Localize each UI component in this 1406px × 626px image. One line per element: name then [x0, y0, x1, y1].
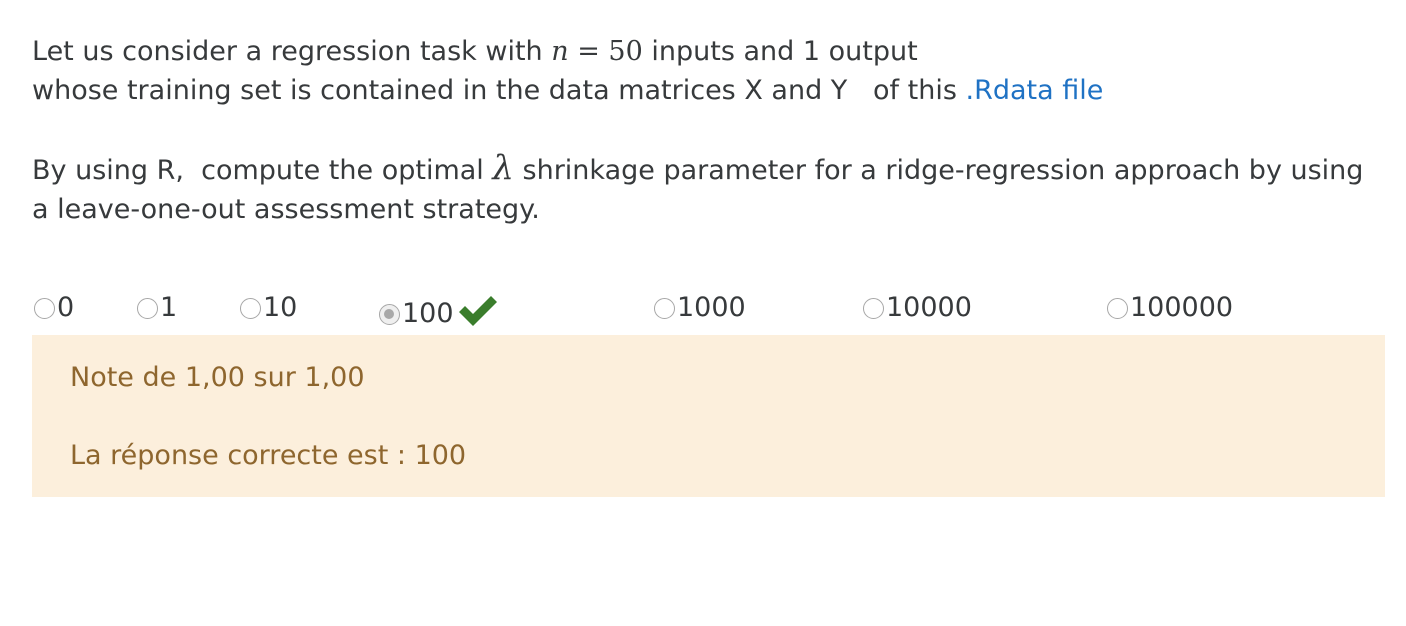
math-n-variable: n — [551, 36, 569, 67]
math-n-value: 50 — [608, 36, 643, 67]
answer-option-10000[interactable]: 10000 — [863, 290, 972, 326]
radio-button[interactable] — [240, 297, 261, 319]
radio-button[interactable] — [137, 297, 158, 319]
answer-label: 0 — [57, 292, 75, 323]
answer-option-1000[interactable]: 1000 — [654, 290, 746, 326]
question-paragraph-2: By using R, compute the optimal λ shrink… — [32, 149, 1382, 229]
answer-options: 0 1 10 100 1000 10000 100000 — [32, 290, 1382, 332]
math-equals: = — [568, 36, 609, 67]
radio-button-selected[interactable] — [379, 303, 400, 325]
answer-option-100000[interactable]: 100000 — [1107, 290, 1233, 326]
grade-text: Note de 1,00 sur 1,00 — [70, 362, 365, 393]
rdata-file-link[interactable]: .Rdata file — [966, 75, 1104, 106]
question-para2-prefix: By using R, compute the optimal — [32, 155, 493, 186]
radio-button[interactable] — [1107, 297, 1128, 319]
answer-label: 1 — [160, 292, 178, 323]
answer-label: 100000 — [1130, 292, 1234, 323]
answer-label: 100 — [402, 298, 454, 329]
answer-label: 10 — [263, 292, 298, 323]
answer-label: 10000 — [886, 292, 972, 323]
question-paragraph-1: Let us consider a regression task with n… — [32, 32, 1382, 110]
radio-button[interactable] — [654, 297, 675, 319]
answer-label: 1000 — [677, 292, 746, 323]
question-line1-suffix: inputs and 1 output — [642, 36, 918, 67]
math-lambda: λ — [492, 148, 514, 188]
question-line1-prefix: Let us consider a regression task with — [32, 36, 552, 67]
answer-option-100[interactable]: 100 — [379, 296, 500, 332]
question-text: Let us consider a regression task with n… — [32, 32, 1382, 229]
answer-option-0[interactable]: 0 — [34, 290, 74, 326]
feedback-panel: Note de 1,00 sur 1,00 La réponse correct… — [32, 335, 1385, 497]
radio-button[interactable] — [34, 297, 55, 319]
correct-answer-text: La réponse correcte est : 100 — [70, 440, 467, 471]
radio-button[interactable] — [863, 297, 884, 319]
answer-option-10[interactable]: 10 — [240, 290, 297, 326]
question-line2-prefix: whose training set is contained in the d… — [32, 75, 966, 106]
math-n-expression: n = 50 — [551, 36, 643, 67]
check-icon — [458, 296, 497, 326]
answer-option-1[interactable]: 1 — [137, 290, 177, 326]
